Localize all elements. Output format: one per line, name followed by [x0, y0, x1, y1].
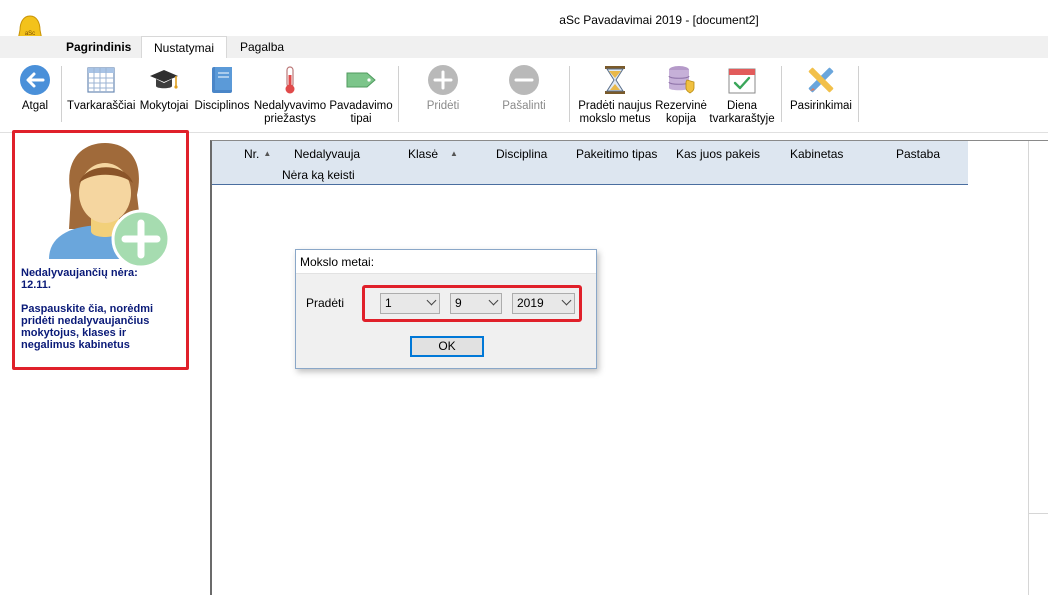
month-select[interactable]: 9 — [450, 293, 502, 314]
absent-date: 12.11. — [21, 279, 51, 291]
sort-asc-icon: ▲ — [450, 149, 458, 158]
column-header-class[interactable]: Klasė ▲ — [408, 147, 458, 161]
ok-button[interactable]: OK — [410, 336, 484, 357]
dialog-title: Mokslo metai: — [296, 250, 596, 274]
add-button[interactable]: Pridėti — [416, 64, 470, 113]
school-year-dialog: Mokslo metai: Pradėti 1 9 2019 OK — [295, 249, 597, 369]
graduation-cap-icon — [150, 70, 178, 89]
grid-header: Nr. ▲ Nedalyvauja Klasė ▲ Disciplina Pakei… — [212, 141, 968, 185]
add-person-icon — [49, 143, 169, 267]
day-select[interactable]: 1 — [380, 293, 440, 314]
start-label: Pradėti — [306, 296, 345, 310]
backup-button[interactable]: Rezervinė kopija — [654, 64, 708, 126]
column-label: Nr. — [244, 147, 260, 161]
absence-reasons-button[interactable]: Nedalyvavimo priežastys — [253, 64, 327, 126]
pencil-ruler-icon — [808, 67, 834, 93]
title-bar: aSc aSc Pavadavimai 2019 - [document2] — [0, 0, 1048, 45]
column-header-absent[interactable]: Nedalyvauja — [294, 147, 360, 161]
plus-circle-icon — [428, 65, 458, 95]
absent-info-card[interactable]: Nedalyvaujančių nėra: 12.11. Paspauskite… — [12, 130, 189, 370]
ribbon-separator — [781, 66, 782, 122]
minus-circle-icon — [509, 65, 539, 95]
options-label: Pasirinkimai — [790, 100, 852, 112]
subjects-button[interactable]: Disciplinos — [193, 64, 251, 113]
chevron-down-icon — [488, 295, 499, 306]
month-value: 9 — [455, 296, 462, 310]
ribbon-separator — [858, 66, 859, 122]
back-arrow-icon — [20, 65, 50, 95]
substitution-types-button[interactable]: Pavadavimo tipai — [328, 64, 394, 126]
column-header-nr[interactable]: Nr. ▲ — [244, 147, 271, 161]
calendar-check-icon — [728, 68, 756, 94]
hourglass-icon — [605, 66, 625, 94]
absence-reasons-label-1: Nedalyvavimo — [253, 100, 327, 112]
add-label: Pridėti — [426, 100, 460, 112]
back-label: Atgal — [21, 100, 49, 112]
column-header-replacement[interactable]: Kas juos pakeis — [676, 147, 760, 161]
ribbon-separator — [61, 66, 62, 122]
backup-label-2: kopija — [665, 113, 697, 125]
substitution-types-label-2: tipai — [350, 113, 372, 125]
tab-pagalba[interactable]: Pagalba — [228, 36, 296, 58]
column-header-change-type[interactable]: Pakeitimo tipas — [576, 147, 657, 161]
pane-divider — [1028, 513, 1048, 514]
absent-info-text: Nedalyvaujančių nėra: 12.11. Paspauskite… — [21, 267, 181, 363]
backup-label-1: Rezervinė — [655, 100, 707, 112]
back-button[interactable]: Atgal — [14, 64, 56, 113]
ribbon-separator — [569, 66, 570, 122]
timetables-label: Tvarkaraščiai — [67, 100, 136, 112]
year-select[interactable]: 2019 — [512, 293, 575, 314]
day-timetable-button[interactable]: Diena tvarkaraštyje — [707, 64, 777, 126]
ribbon-separator — [398, 66, 399, 122]
timetable-grid-icon — [87, 67, 115, 93]
chevron-down-icon — [426, 295, 437, 306]
substitution-types-label-1: Pavadavimo — [329, 100, 393, 112]
day-timetable-label-2: tvarkaraštyje — [709, 113, 775, 125]
add-absent-hint: Paspauskite čia, norėdmi pridėti nedalyv… — [21, 303, 154, 351]
thermometer-icon — [285, 66, 295, 94]
timetables-button[interactable]: Tvarkaraščiai — [67, 64, 135, 113]
absent-status-line: Nedalyvaujančių nėra: — [21, 267, 138, 279]
year-value: 2019 — [517, 296, 544, 310]
window-title: aSc Pavadavimai 2019 - [document2] — [559, 13, 759, 27]
column-header-subject[interactable]: Disciplina — [496, 147, 547, 161]
chevron-down-icon — [561, 295, 572, 306]
remove-label: Pašalinti — [502, 100, 546, 112]
tab-nustatymai[interactable]: Nustatymai — [141, 36, 228, 58]
empty-grid-message: Nėra ką keisti — [282, 168, 355, 182]
day-value: 1 — [385, 296, 392, 310]
options-button[interactable]: Pasirinkimai — [788, 64, 854, 113]
day-timetable-label-1: Diena — [726, 100, 758, 112]
tab-pagrindinis[interactable]: Pagrindinis — [54, 36, 143, 58]
book-icon — [212, 67, 232, 93]
sort-asc-icon: ▲ — [263, 149, 272, 158]
ribbon-tab-bar: Pagrindinis Nustatymai Pagalba — [0, 36, 1048, 58]
teachers-label: Mokytojai — [139, 100, 189, 112]
new-year-label-1: Pradėti naujus — [578, 100, 652, 112]
column-header-room[interactable]: Kabinetas — [790, 147, 843, 161]
column-label: Klasė — [408, 147, 439, 161]
pane-divider — [1028, 141, 1029, 595]
new-year-label-2: mokslo metus — [579, 113, 651, 125]
start-new-school-year-button[interactable]: Pradėti naujus mokslo metus — [575, 64, 655, 126]
subjects-label: Disciplinos — [194, 100, 250, 112]
teachers-button[interactable]: Mokytojai — [136, 64, 192, 113]
database-shield-icon — [668, 66, 695, 94]
column-header-note[interactable]: Pastaba — [896, 147, 940, 161]
tag-icon — [346, 72, 376, 88]
absence-reasons-label-2: priežastys — [264, 113, 316, 125]
app-window: aSc aSc Pavadavimai 2019 - [document2] P… — [0, 0, 1048, 595]
remove-button[interactable]: Pašalinti — [496, 64, 552, 113]
ribbon-toolbar: Atgal Tvarkaraščiai Mokytojai Disciplino… — [0, 58, 1048, 133]
